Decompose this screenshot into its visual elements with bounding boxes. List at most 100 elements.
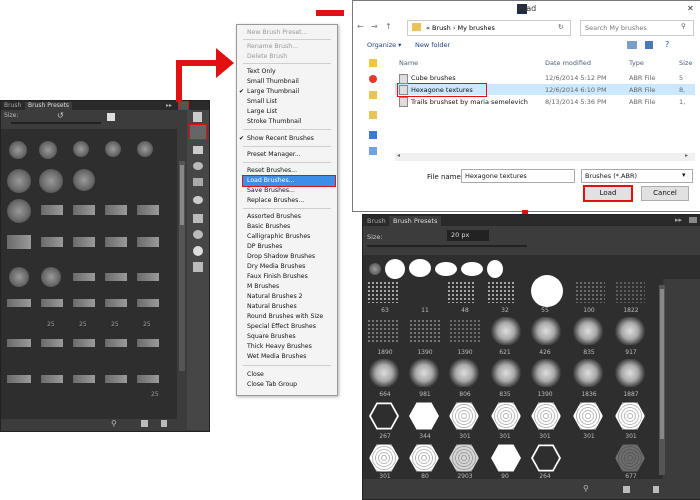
- hexagon-brush-thumb[interactable]: [449, 444, 479, 472]
- preview-pane-icon[interactable]: [645, 41, 653, 49]
- menu-item-load-brushes[interactable]: Load Brushes...: [247, 177, 295, 184]
- brush-thumb[interactable]: [105, 141, 121, 157]
- menu-item-dry-media-brushes[interactable]: Dry Media Brushes: [247, 263, 305, 270]
- scroll-right-icon[interactable]: ▸: [685, 152, 688, 159]
- brush-thumb[interactable]: [39, 169, 63, 193]
- recent-brush[interactable]: [409, 259, 431, 277]
- help-icon[interactable]: ?: [665, 40, 669, 49]
- brush-thumb[interactable]: [73, 141, 89, 157]
- brush-thumb[interactable]: [449, 359, 479, 387]
- brush-thumb[interactable]: [105, 237, 127, 247]
- computer-icon[interactable]: [369, 147, 377, 155]
- trash-icon[interactable]: [161, 420, 167, 427]
- left-scrollbar[interactable]: [179, 161, 185, 371]
- size-slider[interactable]: [11, 122, 101, 124]
- menu-item-reset-brushes[interactable]: Reset Brushes...: [247, 167, 297, 174]
- menu-item-close-tab-group[interactable]: Close Tab Group: [247, 381, 297, 388]
- brush-presets-icon[interactable]: [189, 124, 207, 140]
- brush-thumb[interactable]: [73, 237, 95, 247]
- menu-item-natural-brushes-2[interactable]: Natural Brushes 2: [247, 293, 303, 300]
- brush-thumb[interactable]: [73, 299, 95, 307]
- cancel-button[interactable]: Cancel: [641, 186, 689, 201]
- menu-item-replace-brushes[interactable]: Replace Brushes...: [247, 197, 304, 204]
- menu-item-special-effect-brushes[interactable]: Special Effect Brushes: [247, 323, 316, 330]
- color-icon[interactable]: [193, 196, 203, 204]
- hexagon-brush-thumb[interactable]: [449, 402, 479, 430]
- recent-brush[interactable]: [435, 262, 457, 276]
- recent-brush[interactable]: [385, 259, 405, 279]
- reset-icon[interactable]: ↺: [57, 111, 64, 120]
- panel-menu-icon[interactable]: [178, 101, 189, 110]
- tab-brush[interactable]: Brush: [363, 216, 390, 226]
- column-type[interactable]: Type: [629, 59, 644, 67]
- brush-thumb[interactable]: [73, 273, 95, 281]
- hexagon-brush-thumb[interactable]: [615, 402, 645, 430]
- new-preset-icon[interactable]: [107, 113, 115, 121]
- brush-thumb[interactable]: [137, 205, 159, 215]
- brush-thumb[interactable]: [7, 169, 31, 193]
- collapse-icon[interactable]: ▸▸: [166, 102, 172, 109]
- file-type-select[interactable]: Brushes (*.ABR) ▾: [581, 169, 693, 183]
- menu-item-drop-shadow-brushes[interactable]: Drop Shadow Brushes: [247, 253, 315, 260]
- brush-thumb[interactable]: [7, 199, 31, 223]
- menu-item-calligraphic-brushes[interactable]: Calligraphic Brushes: [247, 233, 310, 240]
- brush-thumb[interactable]: [409, 359, 439, 387]
- scroll-left-icon[interactable]: ◂: [397, 152, 400, 159]
- masks-icon[interactable]: [193, 246, 203, 256]
- brush-thumb[interactable]: [9, 267, 29, 287]
- menu-item-basic-brushes[interactable]: Basic Brushes: [247, 223, 290, 230]
- brush-thumb[interactable]: [105, 205, 127, 215]
- search-input[interactable]: Search My brushes ⚲: [580, 20, 694, 36]
- trash-icon[interactable]: [653, 486, 659, 493]
- brush-thumb[interactable]: [41, 375, 63, 383]
- view-icon[interactable]: [627, 41, 637, 49]
- menu-item-dp-brushes[interactable]: DP Brushes: [247, 243, 282, 250]
- menu-item-faux-finish-brushes[interactable]: Faux Finish Brushes: [247, 273, 308, 280]
- brush-thumb[interactable]: [573, 359, 603, 387]
- menu-item-natural-brushes[interactable]: Natural Brushes: [247, 303, 297, 310]
- brush-thumb[interactable]: [575, 281, 605, 303]
- column-name[interactable]: Name: [399, 59, 418, 67]
- brush-thumb[interactable]: [7, 375, 31, 383]
- menu-item-text-only[interactable]: Text Only: [247, 68, 276, 75]
- brush-thumb[interactable]: [409, 319, 441, 343]
- menu-item-save-brushes[interactable]: Save Brushes...: [247, 187, 295, 194]
- horizontal-scrollbar[interactable]: ◂ ▸: [395, 152, 695, 161]
- organize-button[interactable]: Organize ▾: [367, 41, 401, 49]
- brush-thumb[interactable]: [73, 205, 95, 215]
- menu-item-large-thumbnail[interactable]: Large Thumbnail: [247, 88, 299, 95]
- panel-menu-icon[interactable]: [689, 217, 697, 223]
- column-date-modified[interactable]: Date modified: [545, 59, 591, 67]
- toggle-brush-icon[interactable]: ⚲: [583, 484, 589, 493]
- drive-icon[interactable]: [369, 75, 377, 83]
- brush-thumb[interactable]: [7, 299, 31, 307]
- folder-icon[interactable]: [369, 111, 377, 119]
- brush-thumb[interactable]: [105, 339, 127, 347]
- brush-thumb[interactable]: [41, 237, 63, 247]
- tab-brush-presets[interactable]: Brush Presets: [389, 216, 442, 226]
- brush-thumb[interactable]: [137, 237, 159, 247]
- hexagon-brush-thumb[interactable]: [531, 444, 561, 472]
- brush-thumb[interactable]: [137, 141, 153, 157]
- back-icon[interactable]: ←: [357, 22, 364, 31]
- menu-item-preset-manager[interactable]: Preset Manager...: [247, 151, 301, 158]
- hexagon-brush-thumb[interactable]: [369, 402, 399, 430]
- hexagon-brush-thumb[interactable]: [491, 444, 521, 472]
- brush-thumb[interactable]: [615, 281, 645, 303]
- layers-icon[interactable]: [193, 146, 203, 154]
- right-scrollbar[interactable]: [659, 285, 665, 475]
- brush-tool-icon[interactable]: [193, 112, 202, 122]
- paths-icon[interactable]: [193, 178, 203, 186]
- brush-thumb[interactable]: [137, 339, 159, 347]
- brush-thumb[interactable]: [573, 317, 603, 345]
- brush-thumb[interactable]: [531, 359, 561, 387]
- brush-thumb[interactable]: [41, 205, 63, 215]
- menu-item-large-list[interactable]: Large List: [247, 108, 277, 115]
- hexagon-brush-thumb[interactable]: [573, 402, 603, 430]
- adjustments-icon[interactable]: [193, 230, 203, 239]
- brush-thumb[interactable]: [9, 141, 27, 159]
- hexagon-brush-thumb[interactable]: [369, 444, 399, 472]
- brush-thumb[interactable]: [615, 317, 645, 345]
- brush-thumb[interactable]: [105, 375, 127, 383]
- refresh-icon[interactable]: ↻: [558, 23, 563, 31]
